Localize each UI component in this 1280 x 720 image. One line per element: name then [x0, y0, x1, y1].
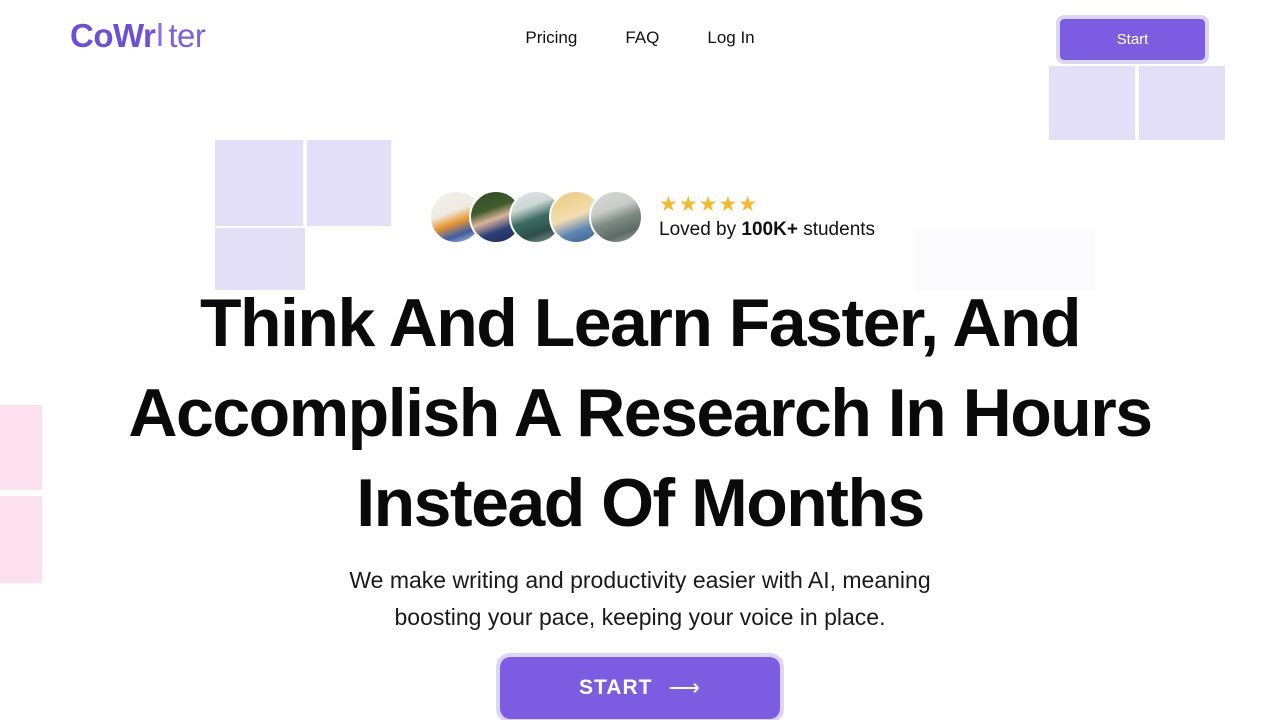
headline-line-1: Think And Learn Faster, And: [199, 285, 1082, 361]
star-rating-icon: ★★★★★: [659, 193, 759, 217]
page-title: Think And Learn Faster, And Accomplish A…: [0, 278, 1280, 548]
loved-prefix: Loved by: [659, 218, 742, 240]
logo-text-rest: ter: [168, 17, 206, 54]
site-header: CoWr Iter Pricing FAQ Log In Start: [0, 0, 1280, 80]
header-start-button[interactable]: Start: [1056, 15, 1209, 64]
social-proof-text: ★★★★★ Loved by 100K+ students: [659, 193, 875, 240]
headline-line-2: Accomplish A Research In Hours: [128, 375, 1153, 451]
subtitle-line-2: boosting your pace, keeping your voice i…: [394, 604, 886, 630]
nav-item-pricing[interactable]: Pricing: [525, 28, 577, 48]
loved-count: 100K+: [741, 218, 798, 240]
social-proof: ★★★★★ Loved by 100K+ students: [429, 190, 875, 244]
hero-start-label: START: [579, 676, 653, 699]
decor-square-lavender-2: [307, 140, 391, 226]
decor-square-lavender-1: [215, 140, 303, 226]
landing-page: CoWr Iter Pricing FAQ Log In Start ★★★★★ …: [0, 0, 1280, 720]
logo[interactable]: CoWr Iter: [70, 16, 206, 55]
logo-text-bold: CoWr: [70, 17, 156, 54]
nav-item-login[interactable]: Log In: [707, 28, 754, 48]
hero-start-button[interactable]: START ⟶: [496, 653, 784, 720]
text-caret-icon: I: [155, 16, 165, 53]
loved-suffix: students: [797, 218, 876, 240]
subtitle-line-1: We make writing and productivity easier …: [349, 567, 931, 593]
arrow-right-icon: ⟶: [668, 675, 701, 700]
main-navigation: Pricing FAQ Log In: [525, 28, 754, 48]
student-avatar-5: [589, 190, 643, 244]
nav-item-faq[interactable]: FAQ: [625, 28, 659, 48]
page-subtitle: We make writing and productivity easier …: [0, 562, 1280, 636]
headline-line-3: Instead Of Months: [356, 465, 925, 541]
loved-by-label: Loved by 100K+ students: [659, 219, 875, 241]
avatar-group: [429, 190, 643, 244]
